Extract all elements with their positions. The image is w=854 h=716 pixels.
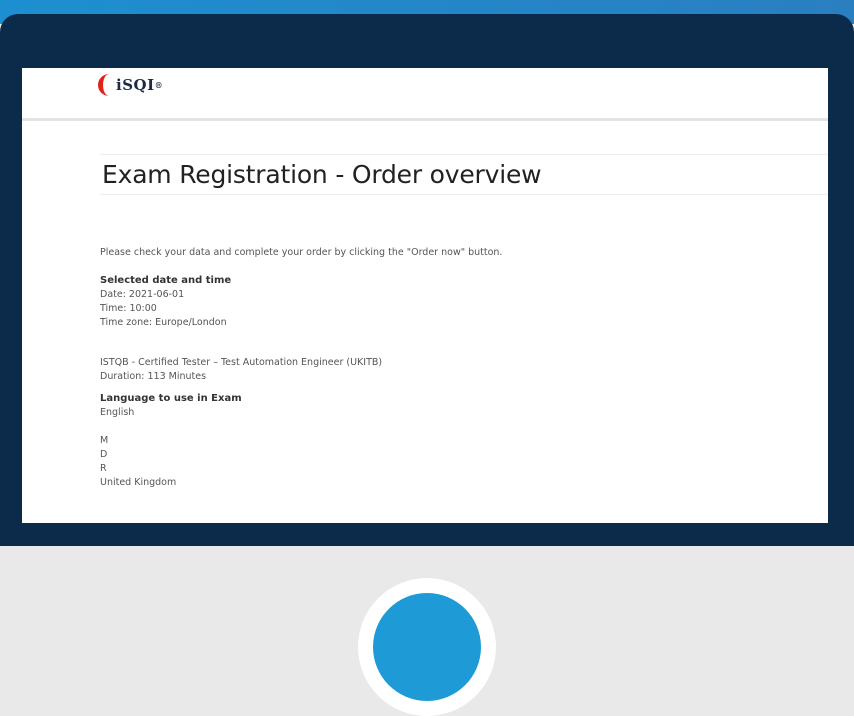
address-line-3: R	[100, 463, 107, 474]
schedule-timezone: Time zone: Europe/London	[100, 317, 227, 328]
device-frame: iSQI ® Exam Registration - Order overvie…	[0, 14, 854, 546]
page-title: Exam Registration - Order overview	[102, 160, 542, 189]
exam-duration: Duration: 113 Minutes	[100, 371, 207, 382]
schedule-heading: Selected date and time	[100, 275, 232, 286]
header-divider	[22, 118, 828, 121]
logo-registered-mark: ®	[154, 80, 164, 90]
instruction-text: Please check your data and complete your…	[100, 247, 503, 258]
logo-swoosh-icon	[98, 74, 113, 96]
title-divider-top	[100, 154, 828, 155]
exam-name: ISTQB - Certified Tester – Test Automati…	[100, 357, 383, 368]
address-country: United Kingdom	[100, 477, 177, 488]
address-line-2: D	[100, 449, 108, 460]
schedule-time: Time: 10:00	[100, 303, 157, 314]
browser-screen: iSQI ® Exam Registration - Order overvie…	[22, 68, 828, 523]
schedule-date: Date: 2021-06-01	[100, 289, 185, 300]
language-value: English	[100, 407, 135, 418]
address-line-1: M	[100, 435, 109, 446]
title-divider-bottom	[100, 194, 828, 195]
order-overview-content: Please check your data and complete your…	[100, 246, 800, 490]
circle-badge-icon	[373, 593, 481, 701]
logo-text: iSQI	[116, 76, 155, 94]
language-heading: Language to use in Exam	[100, 393, 242, 404]
isqi-logo[interactable]: iSQI ®	[98, 72, 163, 98]
